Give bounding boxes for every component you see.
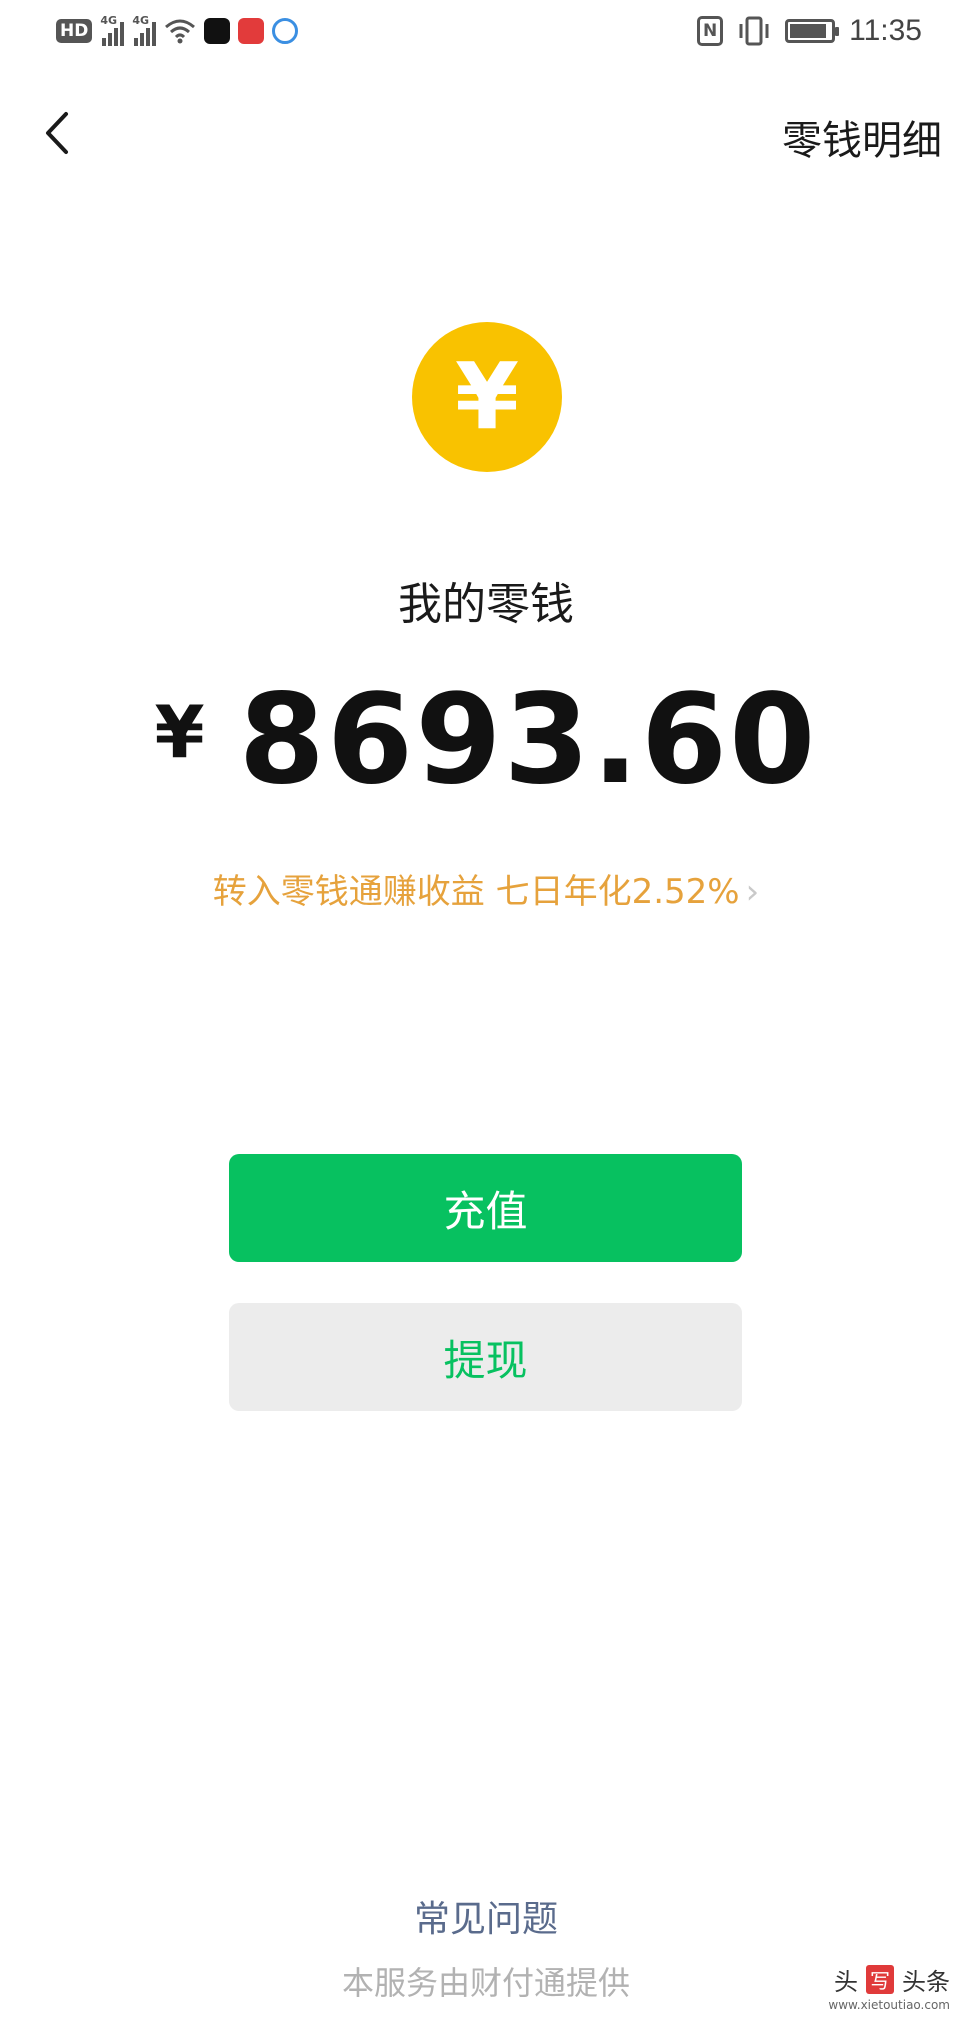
yuan-coin-icon: ¥ — [412, 322, 562, 472]
balance-details-link[interactable]: 零钱明细 — [782, 108, 942, 166]
cellular-signal-icon-2: 4G — [132, 14, 157, 46]
chevron-right-icon: › — [745, 872, 760, 912]
watermark-prefix: 头 — [834, 1968, 858, 1996]
browser-app-icon — [272, 18, 299, 44]
battery-level — [790, 24, 827, 38]
hd-voice-icon: HD — [56, 19, 93, 43]
watermark-name: 头条 — [902, 1968, 950, 1996]
service-provider-note: 本服务由财付通提供 — [341, 1964, 630, 2002]
recharge-button[interactable]: 充值 — [229, 1154, 742, 1262]
wallet-screen: HD 4G 4G N 11:35 零钱明细 ¥ 我的零钱 ¥ 8693.60 转… — [0, 0, 972, 2019]
tiktok-app-icon — [204, 18, 231, 44]
withdraw-button[interactable]: 提现 — [229, 1303, 742, 1411]
status-bar: HD 4G 4G N 11:35 — [0, 0, 972, 66]
network-type-label: 4G — [100, 14, 118, 27]
watermark-site: www.xietoutiao.com — [828, 1998, 950, 2012]
back-chevron-icon[interactable] — [38, 108, 78, 158]
watermark-badge: 写 — [866, 1965, 894, 1994]
nfc-icon: N — [697, 16, 724, 46]
coin-symbol: ¥ — [454, 343, 519, 450]
lingqiantong-promo-link[interactable]: 转入零钱通赚收益 七日年化2.52% › — [0, 864, 972, 913]
wifi-icon — [165, 19, 196, 44]
cellular-signal-icon: 4G — [100, 14, 125, 46]
currency-symbol: ¥ — [154, 690, 205, 774]
wallet-title: 我的零钱 — [398, 579, 574, 630]
balance-display: ¥8693.60 — [0, 668, 972, 812]
network-type-label-2: 4G — [132, 14, 150, 27]
status-time: 11:35 — [849, 14, 922, 47]
toutiao-watermark: 头 写 头条 www.xietoutiao.com — [828, 1962, 950, 2012]
faq-link[interactable]: 常见问题 — [0, 1890, 972, 1942]
status-left-icons: HD 4G 4G — [56, 14, 299, 46]
news-app-icon — [238, 18, 265, 44]
status-right-icons: N 11:35 — [697, 14, 922, 48]
vibrate-icon — [739, 16, 769, 46]
promo-text: 转入零钱通赚收益 七日年化2.52% — [212, 872, 740, 912]
battery-icon — [785, 19, 840, 43]
balance-amount: 8693.60 — [238, 668, 818, 812]
